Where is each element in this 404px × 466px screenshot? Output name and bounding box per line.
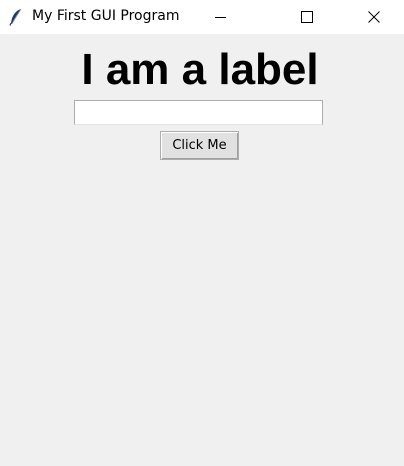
maximize-icon	[301, 8, 313, 27]
close-icon	[368, 8, 380, 27]
minimize-button[interactable]	[198, 0, 244, 34]
click-me-button[interactable]: Click Me	[160, 131, 239, 160]
maximize-button[interactable]	[284, 0, 330, 34]
title-bar[interactable]: My First GUI Program	[0, 0, 404, 34]
minimize-icon	[215, 8, 227, 27]
window-title: My First GUI Program	[32, 8, 180, 24]
text-entry[interactable]	[74, 100, 323, 125]
window-content: I am a label Click Me	[0, 34, 404, 466]
feather-icon	[9, 8, 23, 26]
close-button[interactable]	[351, 0, 397, 34]
heading-label: I am a label	[81, 45, 319, 94]
app-window: My First GUI Program I am a label Click …	[0, 0, 404, 466]
